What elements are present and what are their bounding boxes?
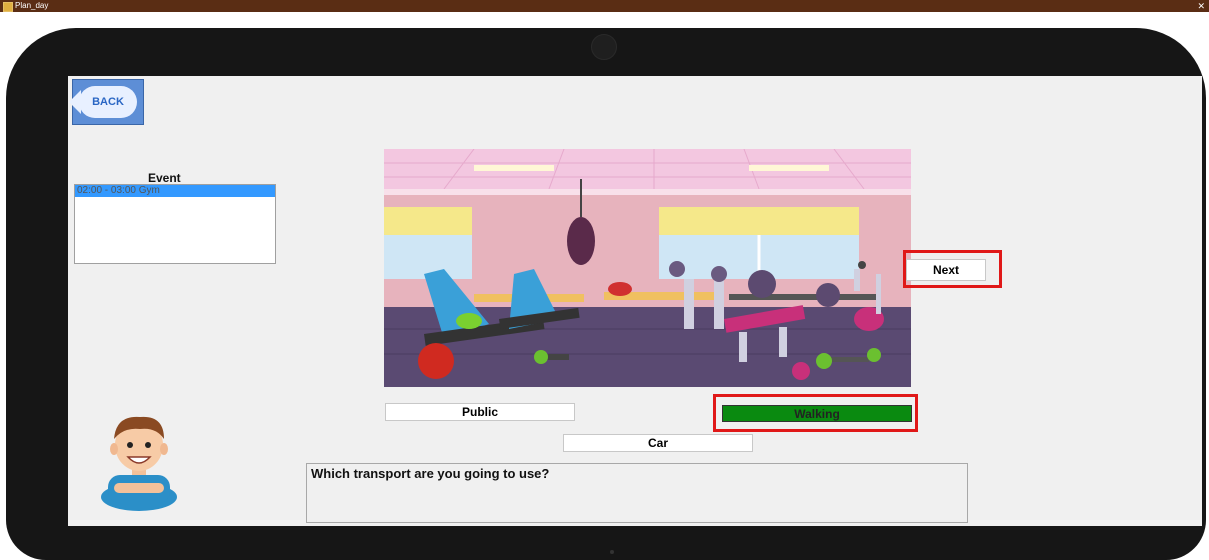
list-item[interactable]: 02:00 - 03:00 Gym — [75, 185, 275, 197]
question-box: Which transport are you going to use? — [306, 463, 968, 523]
boy-avatar-svg — [101, 416, 177, 511]
public-option-button[interactable]: Public — [385, 403, 575, 421]
avatar — [94, 409, 184, 511]
gym-illustration — [384, 149, 911, 387]
walking-option-button[interactable]: Walking — [722, 405, 912, 422]
app-screen: BACK Event 02:00 - 03:00 Gym Next Public… — [68, 76, 1202, 526]
back-label: BACK — [92, 96, 124, 108]
back-button[interactable]: BACK — [69, 79, 144, 125]
event-label: Event — [148, 171, 181, 185]
camera-icon — [591, 34, 617, 60]
next-button[interactable]: Next — [906, 259, 986, 281]
app-icon — [3, 2, 13, 12]
home-indicator — [610, 550, 614, 554]
title-bar: Plan_day ✕ — [0, 0, 1209, 12]
close-icon[interactable]: ✕ — [1197, 0, 1205, 12]
event-list[interactable]: 02:00 - 03:00 Gym — [74, 184, 276, 264]
question-text: Which transport are you going to use? — [311, 466, 550, 481]
window-title: Plan_day — [15, 1, 49, 10]
back-arrow-icon: BACK — [69, 86, 137, 118]
car-option-button[interactable]: Car — [563, 434, 753, 452]
gym-scene-svg — [384, 149, 911, 387]
